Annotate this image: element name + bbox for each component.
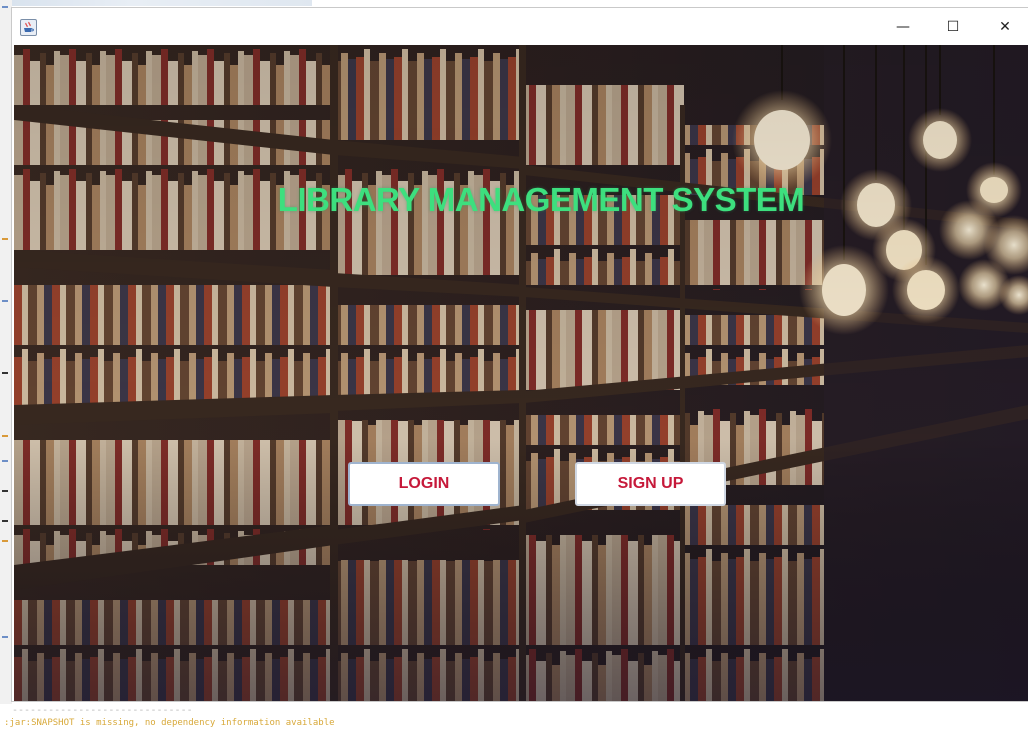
page-title: LIBRARY MANAGEMENT SYSTEM bbox=[277, 181, 805, 218]
ide-marker bbox=[2, 6, 8, 8]
ide-marker bbox=[2, 460, 8, 462]
app-window: — ☐ ✕ LIBRARY MANAGEMENT SYSTEM LOGIN SI… bbox=[12, 8, 1028, 701]
ide-toolbar-edge bbox=[12, 0, 312, 6]
ide-left-edge bbox=[0, 0, 12, 705]
title-bar[interactable]: — ☐ ✕ bbox=[12, 8, 1028, 45]
ide-marker bbox=[2, 540, 8, 542]
signup-button[interactable]: SIGN UP bbox=[575, 462, 726, 506]
login-button[interactable]: LOGIN bbox=[348, 462, 500, 506]
ide-marker bbox=[2, 300, 8, 302]
close-button[interactable]: ✕ bbox=[982, 8, 1028, 45]
main-panel: LIBRARY MANAGEMENT SYSTEM LOGIN SIGN UP bbox=[14, 45, 1028, 701]
ide-marker bbox=[2, 636, 8, 638]
minimize-button[interactable]: — bbox=[880, 8, 926, 45]
close-icon: ✕ bbox=[999, 18, 1011, 35]
console-output: ------------------------------ :jar:SNAP… bbox=[0, 704, 1028, 734]
ide-marker bbox=[2, 238, 8, 240]
console-message: :jar:SNAPSHOT is missing, no dependency … bbox=[4, 718, 335, 728]
library-background-image bbox=[14, 45, 1028, 701]
minimize-icon: — bbox=[896, 18, 910, 35]
ide-marker bbox=[2, 435, 8, 437]
maximize-icon: ☐ bbox=[946, 18, 960, 35]
ide-marker bbox=[2, 520, 8, 522]
java-app-icon[interactable] bbox=[20, 19, 37, 36]
ide-marker bbox=[2, 372, 8, 374]
console-separator: ------------------------------ bbox=[12, 705, 193, 716]
ide-marker bbox=[2, 490, 8, 492]
maximize-button[interactable]: ☐ bbox=[930, 8, 976, 45]
